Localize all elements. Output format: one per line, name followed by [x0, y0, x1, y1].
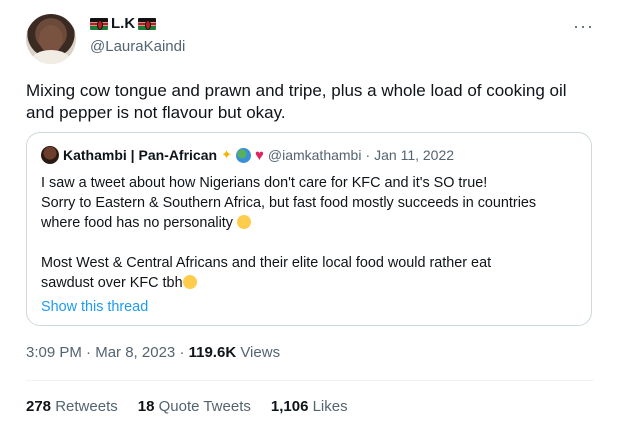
- quote-handle: @iamkathambi: [267, 147, 362, 163]
- quote-line-text: sawdust over KFC tbh: [41, 275, 183, 291]
- tears-of-joy-icon: [182, 275, 197, 289]
- quote-line-text: where food has no personality: [41, 215, 233, 231]
- kenya-flag-icon: [138, 17, 157, 30]
- tweet-date: Mar 8, 2023: [95, 344, 176, 361]
- stat-count: 278: [26, 398, 52, 415]
- avatar-face: [39, 25, 63, 53]
- stat-label: Retweets: [55, 398, 118, 415]
- divider: [26, 380, 594, 381]
- timestamp-separator: ·: [179, 344, 185, 361]
- quote-avatar: [41, 146, 59, 164]
- tweet-stats: 278 Retweets 18 Quote Tweets 1,106 Likes: [26, 398, 348, 415]
- more-icon[interactable]: ···: [573, 16, 594, 37]
- avatar-shirt: [32, 50, 70, 64]
- tweet-time: 3:09 PM: [26, 344, 82, 361]
- kenya-flag-icon: [90, 17, 108, 30]
- stat-label: Quote Tweets: [158, 398, 251, 415]
- globe-africa-icon: [235, 147, 251, 163]
- quote-header: Kathambi | Pan-African ✦ ♥ @iamkathambi …: [41, 146, 454, 164]
- quote-line: Sorry to Eastern & Southern Africa, but …: [41, 195, 537, 211]
- quote-line: Most West & Central Africans and their e…: [41, 255, 492, 271]
- timestamp-separator: ·: [86, 344, 92, 361]
- show-thread-link[interactable]: Show this thread: [41, 297, 581, 317]
- quote-body: I saw a tweet about how Nigerians don't …: [41, 173, 581, 317]
- views-label: Views: [240, 344, 281, 361]
- weary-face-icon: [237, 215, 251, 229]
- author-avatar[interactable]: [26, 14, 76, 64]
- tweet-text: Mixing cow tongue and prawn and tripe, p…: [26, 81, 567, 122]
- red-heart-icon: ♥: [254, 146, 264, 164]
- stat-quote-tweets[interactable]: 18 Quote Tweets: [138, 398, 251, 415]
- dizzy-star-icon: ✦: [221, 147, 232, 162]
- quote-line: where food has no personality: [41, 213, 581, 233]
- quote-line: I saw a tweet about how Nigerians don't …: [41, 175, 488, 191]
- author-name-row[interactable]: L.K: [90, 15, 157, 32]
- views-count: 119.6K: [188, 344, 237, 361]
- stat-count: 18: [137, 398, 155, 415]
- quote-separator: ·: [365, 147, 371, 163]
- quote-line: sawdust over KFC tbh: [41, 273, 581, 293]
- author-name[interactable]: L.K: [111, 15, 135, 32]
- stat-count: 1,106: [270, 398, 309, 415]
- stat-label: Likes: [312, 398, 348, 415]
- author-handle[interactable]: @LauraKaindi: [90, 38, 185, 55]
- quote-author-name: Kathambi | Pan-African: [63, 147, 218, 163]
- quoted-tweet[interactable]: Kathambi | Pan-African ✦ ♥ @iamkathambi …: [26, 132, 592, 326]
- quote-date: Jan 11, 2022: [374, 147, 455, 163]
- stat-retweets[interactable]: 278 Retweets: [26, 398, 118, 415]
- tweet-timestamp[interactable]: 3:09 PM · Mar 8, 2023 · 119.6K Views: [26, 344, 280, 361]
- stat-likes[interactable]: 1,106 Likes: [271, 398, 348, 415]
